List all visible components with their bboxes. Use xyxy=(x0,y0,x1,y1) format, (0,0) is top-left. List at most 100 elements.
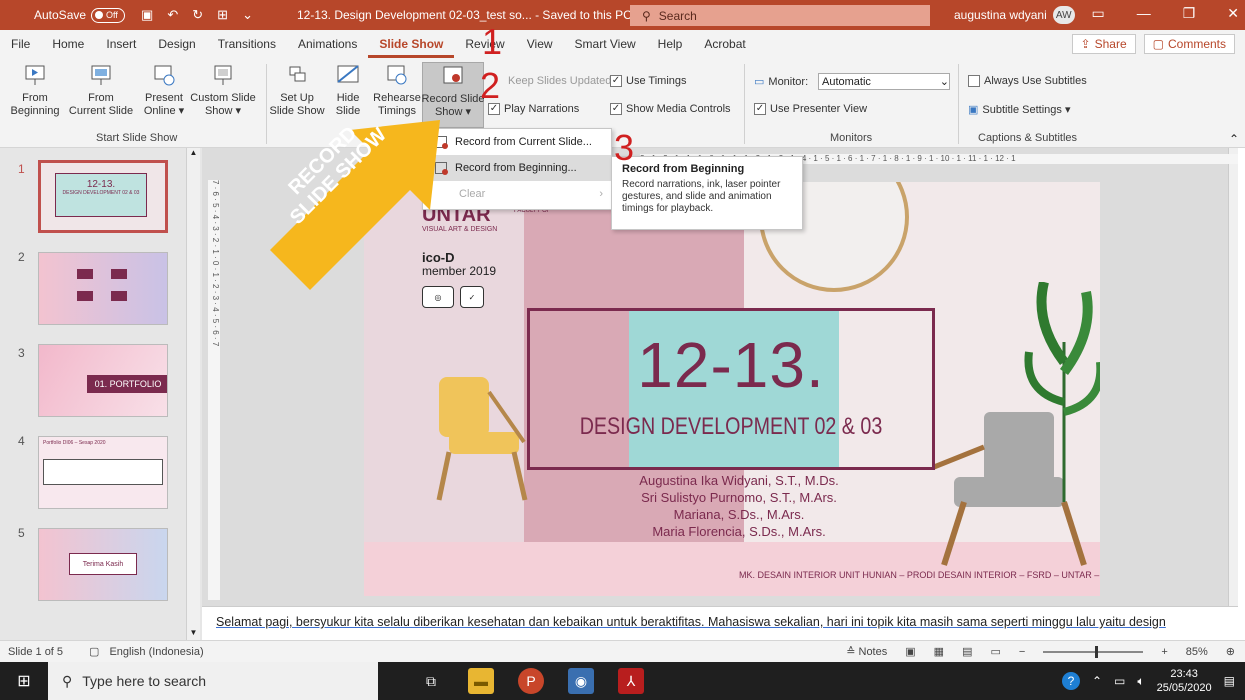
fit-slide-icon[interactable]: ⊕ xyxy=(1226,645,1235,658)
battery-icon[interactable]: ▭ xyxy=(1114,674,1125,688)
collapse-ribbon-icon[interactable]: ⌃ xyxy=(1229,132,1239,146)
zoom-in-icon[interactable]: + xyxy=(1161,646,1167,658)
file-explorer-icon[interactable]: ▬ xyxy=(468,668,494,694)
slideshow-view-icon[interactable]: ▭ xyxy=(990,645,1000,658)
acrobat-icon[interactable]: ⅄ xyxy=(618,668,644,694)
rehearse-timings-button[interactable]: Rehearse Timings xyxy=(372,62,422,118)
chevron-down-icon: ⌄ xyxy=(939,76,949,88)
user-account[interactable]: augustina wdyani AW xyxy=(954,6,1075,24)
canvas-scrollbar[interactable] xyxy=(1228,148,1238,606)
thumb-block xyxy=(111,269,127,279)
powerpoint-icon[interactable]: P xyxy=(518,668,544,694)
check-icon: ✓ xyxy=(610,103,622,115)
thumbnails-scrollbar[interactable]: ▲ ▼ xyxy=(186,148,200,640)
slide-thumbnail-3[interactable]: 01. PORTFOLIO xyxy=(38,344,168,417)
customize-qat-icon[interactable]: ⌄ xyxy=(242,7,253,23)
notifications-icon[interactable]: ▤ xyxy=(1224,674,1235,688)
from-current-slide-button[interactable]: From Current Slide xyxy=(66,62,136,118)
scroll-down-icon[interactable]: ▼ xyxy=(188,628,199,640)
autosave-switch[interactable]: Off xyxy=(91,7,126,23)
tab-view[interactable]: View xyxy=(516,30,564,58)
tab-slide-show[interactable]: Slide Show xyxy=(368,30,455,58)
tab-insert[interactable]: Insert xyxy=(95,30,147,58)
restore-icon[interactable]: ❐ xyxy=(1183,5,1196,22)
redo-icon[interactable]: ↻ xyxy=(192,7,203,23)
show-media-controls-checkbox[interactable]: ✓ Show Media Controls xyxy=(610,103,731,115)
slide-number: 3 xyxy=(18,346,25,360)
status-right: ≙ Notes ▣ ▦ ▤ ▭ − + 85% ⊕ xyxy=(846,645,1235,658)
slide-number: 5 xyxy=(18,526,25,540)
normal-view-icon[interactable]: ▣ xyxy=(905,645,915,658)
record-icon xyxy=(440,63,466,89)
slide-authors[interactable]: Augustina Ika Widyani, S.T., M.Ds. Sri S… xyxy=(574,472,904,540)
tab-animations[interactable]: Animations xyxy=(287,30,368,58)
tab-smart-view[interactable]: Smart View xyxy=(564,30,647,58)
camera-icon[interactable]: ◉ xyxy=(568,668,594,694)
use-timings-checkbox[interactable]: ✓ Use Timings xyxy=(610,75,687,87)
set-up-slide-show-button[interactable]: Set Up Slide Show xyxy=(269,62,325,118)
taskbar-search[interactable]: ⚲ Type here to search xyxy=(48,662,378,700)
play-narrations-checkbox[interactable]: ✓ Play Narrations xyxy=(488,103,579,115)
subtitle-settings-button[interactable]: ▣ Subtitle Settings ▾ xyxy=(968,103,1070,116)
menu-item-record-current[interactable]: Record from Current Slide... xyxy=(423,129,611,155)
reading-view-icon[interactable]: ▤ xyxy=(962,645,972,658)
ribbon-display-icon[interactable]: ▭ xyxy=(1091,5,1104,22)
chevron-right-icon: › xyxy=(599,188,603,200)
tab-acrobat[interactable]: Acrobat xyxy=(693,30,756,58)
autosave-label: AutoSave xyxy=(34,8,87,22)
tab-help[interactable]: Help xyxy=(647,30,694,58)
chevron-up-icon[interactable]: ⌃ xyxy=(1092,674,1102,688)
status-bar: Slide 1 of 5 ▢ English (Indonesia) ≙ Note… xyxy=(0,640,1245,662)
keep-slides-updated-checkbox[interactable]: Keep Slides Updated xyxy=(508,75,611,87)
help-icon[interactable]: ? xyxy=(1061,672,1080,690)
slide-title-box[interactable]: 12-13. DESIGN DEVELOPMENT 02 & 03 xyxy=(527,308,935,470)
menu-item-record-beginning[interactable]: Record from Beginning... xyxy=(423,155,611,181)
zoom-out-icon[interactable]: − xyxy=(1019,646,1025,658)
group-captions: Captions & Subtitles xyxy=(978,132,1078,144)
menu-item-clear[interactable]: Clear › xyxy=(423,181,611,207)
from-beginning-button[interactable]: From Beginning xyxy=(2,62,68,118)
scroll-up-icon[interactable]: ▲ xyxy=(188,148,199,160)
search-input[interactable]: ⚲ Search xyxy=(630,5,930,26)
show-media-label: Show Media Controls xyxy=(626,103,731,115)
notes-button[interactable]: ≙ Notes xyxy=(846,645,887,658)
start-icon[interactable]: ⊞ xyxy=(0,662,48,700)
save-icon[interactable]: ▣ xyxy=(141,7,153,23)
tab-home[interactable]: Home xyxy=(41,30,95,58)
tab-transitions[interactable]: Transitions xyxy=(207,30,287,58)
always-use-subtitles-checkbox[interactable]: Always Use Subtitles xyxy=(968,75,1087,87)
slide-thumbnail-2[interactable] xyxy=(38,252,168,325)
title-bar: AutoSave Off ▣ ↶ ↻ ⊞ ⌄ 12-13. Design Dev… xyxy=(0,0,1245,30)
language-indicator[interactable]: ▢ English (Indonesia) xyxy=(89,645,204,659)
tab-file[interactable]: File xyxy=(0,30,41,58)
clock[interactable]: 23:43 25/05/2020 xyxy=(1157,667,1212,695)
slide-thumbnail-1[interactable]: 12-13. DESIGN DEVELOPMENT 02 & 03 xyxy=(38,160,168,233)
monitor-select[interactable]: Automatic ⌄ xyxy=(818,73,950,90)
undo-icon[interactable]: ↶ xyxy=(167,7,178,23)
slide-sorter-icon[interactable]: ▦ xyxy=(934,645,944,658)
slide-canvas[interactable]: UNTAR VISUAL ART & DESIGN FACULTY OF ico… xyxy=(364,182,1100,596)
autosave-toggle[interactable]: AutoSave Off xyxy=(34,7,126,23)
volume-icon[interactable]: 🔈︎ xyxy=(1137,674,1144,689)
document-title[interactable]: 12-13. Design Development 02-03_test so.… xyxy=(297,8,641,22)
record-slide-show-button[interactable]: Record Slide Show ▾ xyxy=(422,62,485,128)
minimize-icon[interactable]: — xyxy=(1137,5,1151,22)
record-dropdown-menu: Record from Current Slide... Record from… xyxy=(422,128,612,210)
clock-date: 25/05/2020 xyxy=(1156,682,1212,694)
present-icon[interactable]: ⊞ xyxy=(217,7,228,23)
zoom-slider[interactable] xyxy=(1043,645,1144,658)
custom-slide-show-button[interactable]: Custom Slide Show ▾ xyxy=(190,62,256,118)
speaker-notes[interactable]: Selamat pagi, bersyukur kita selalu dibe… xyxy=(202,606,1238,640)
slide-thumbnail-4[interactable]: Portfolio DI06 – Sesap 2020 xyxy=(38,436,168,509)
group-monitors: Monitors xyxy=(830,132,873,144)
close-icon[interactable]: ✕ xyxy=(1227,5,1239,22)
share-button[interactable]: ⇪ Share xyxy=(1071,34,1136,54)
comments-button[interactable]: ▢ Comments xyxy=(1143,34,1235,54)
slide-thumbnail-5[interactable]: Terima Kasih xyxy=(38,528,168,601)
tab-design[interactable]: Design xyxy=(147,30,206,58)
zoom-level[interactable]: 85% xyxy=(1186,646,1208,658)
task-view-icon[interactable]: ⧉ xyxy=(418,668,444,694)
avatar[interactable]: AW xyxy=(1052,6,1075,24)
present-online-button[interactable]: Present Online ▾ xyxy=(140,62,188,118)
use-presenter-view-checkbox[interactable]: ✓ Use Presenter View xyxy=(754,103,867,115)
